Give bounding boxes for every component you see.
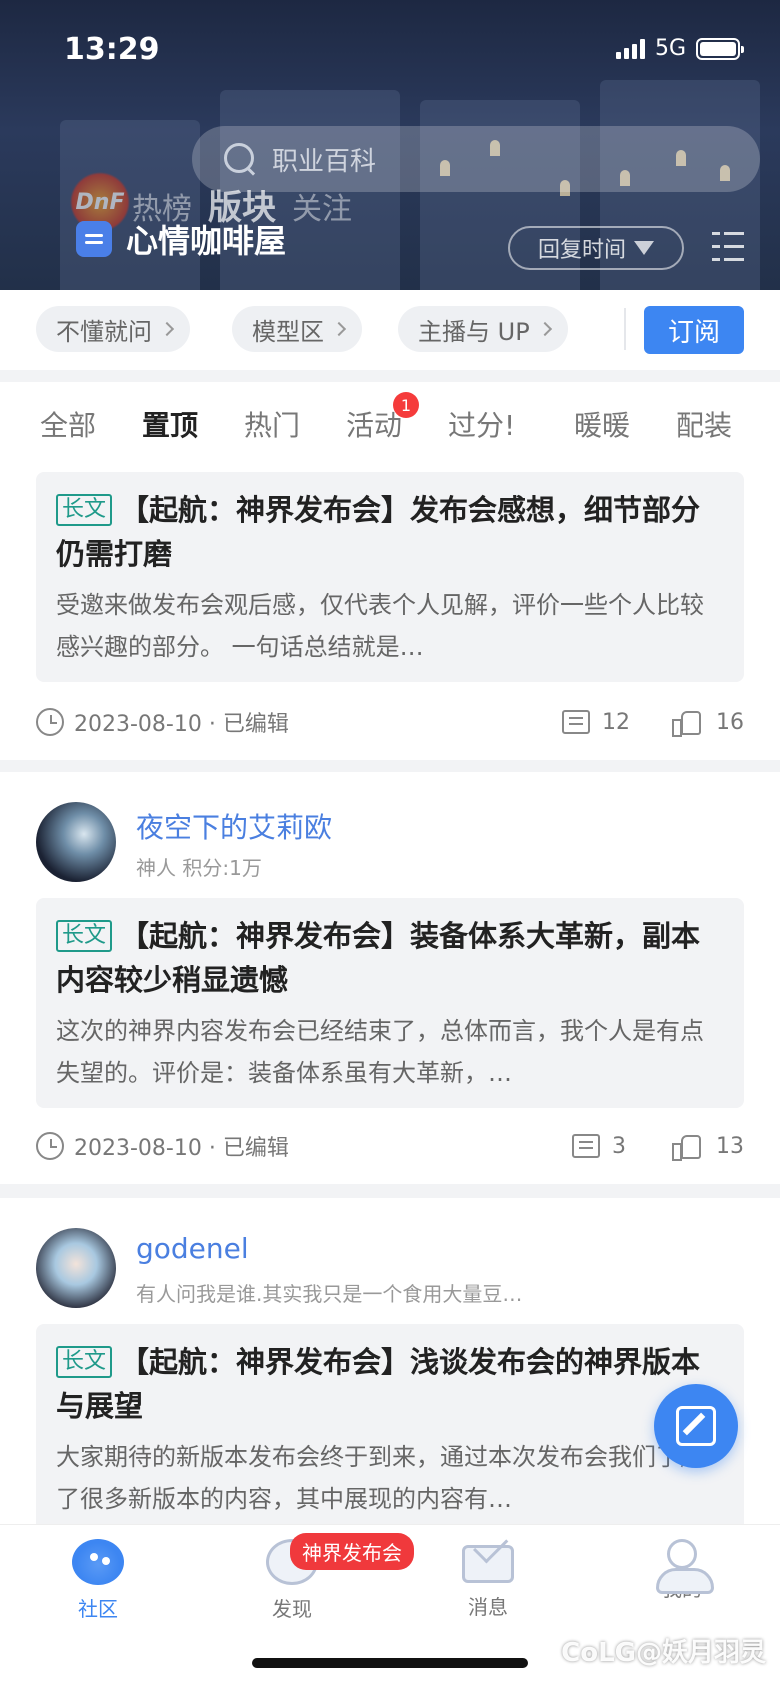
edit-icon: [676, 1406, 716, 1446]
author-level: 神人 积分:1万: [136, 856, 262, 880]
comment-icon[interactable]: [572, 1134, 600, 1158]
event-badge: 神界发布会: [290, 1533, 414, 1570]
subforum-row: 不懂就问 模型区 主播与 UP 订阅: [0, 290, 780, 370]
chevron-right-icon: [331, 321, 347, 337]
nav-community[interactable]: 社区: [38, 1539, 158, 1622]
post-title-text: 【起航：神界发布会】装备体系大革新，副本内容较少稍显遗憾: [56, 919, 701, 997]
nav-label: 发现: [272, 1597, 312, 1621]
tab-pinned[interactable]: 置顶: [142, 404, 198, 444]
tab-popular[interactable]: 热门: [244, 404, 300, 444]
list-view-icon[interactable]: [712, 232, 744, 262]
nav-label: 社区: [78, 1597, 118, 1621]
like-count: 16: [716, 709, 744, 735]
tab-all[interactable]: 全部: [40, 404, 96, 444]
post-excerpt: 大家期待的新版本发布会终于到来，通过本次发布会我们了解了很多新版本的内容，其中展…: [56, 1443, 704, 1513]
divider: [624, 308, 626, 350]
post-content[interactable]: 长文 【起航：神界发布会】发布会感想，细节部分仍需打磨 受邀来做发布会观后感，仅代…: [36, 472, 744, 682]
clock-icon: [36, 708, 64, 736]
sort-button[interactable]: 回复时间: [508, 226, 684, 270]
mail-icon: [462, 1545, 514, 1583]
notification-badge: 1: [393, 392, 419, 418]
category-tabs: 全部 置顶 热门 活动 1 过分! 暖暖 配装: [0, 382, 780, 464]
subforum-chip[interactable]: 主播与 UP: [398, 306, 568, 352]
tab-nuannuan[interactable]: 暖暖: [574, 404, 630, 444]
post-title-text: 【起航：神界发布会】发布会感想，细节部分仍需打磨: [56, 493, 701, 571]
post-date: 2023-08-10 · 已编辑: [74, 1136, 289, 1161]
post-excerpt: 这次的神界内容发布会已经结束了，总体而言，我个人是有点失望的。评价是：装备体系虽…: [56, 1017, 704, 1087]
post-title: 长文 【起航：神界发布会】浅谈发布会的神界版本与展望: [56, 1340, 724, 1428]
tab-excessive[interactable]: 过分!: [448, 404, 515, 444]
subscribe-button[interactable]: 订阅: [644, 306, 744, 354]
post-meta: 2023-08-10 · 已编辑 12 16: [36, 702, 744, 742]
search-placeholder: 职业百科: [272, 146, 377, 177]
comment-count: 12: [602, 709, 630, 735]
forum-switcher[interactable]: 心情咖啡屋: [76, 216, 286, 262]
subforum-chip[interactable]: 不懂就问: [36, 306, 190, 352]
network-type: 5G: [654, 36, 686, 61]
status-time: 13:29: [64, 32, 160, 67]
nav-label: 消息: [468, 1595, 508, 1619]
author-name[interactable]: 夜空下的艾莉欧: [136, 806, 332, 846]
post-meta: 2023-08-10 · 已编辑 3 13: [36, 1126, 744, 1166]
app-screen: 13:29 5G 职业百科 DnF 热榜 版块 关注 心情咖啡屋 回复时间 不懂…: [0, 0, 780, 1688]
tab-following[interactable]: 关注: [292, 184, 352, 228]
like-icon[interactable]: [672, 1133, 701, 1161]
sort-label: 回复时间: [537, 238, 626, 263]
long-article-tag: 长文: [56, 1346, 113, 1378]
post-content[interactable]: 长文 【起航：神界发布会】浅谈发布会的神界版本与展望 大家期待的新版本发布会终于到…: [36, 1324, 744, 1524]
post-title: 长文 【起航：神界发布会】发布会感想，细节部分仍需打磨: [56, 488, 724, 576]
post-title: 长文 【起航：神界发布会】装备体系大革新，副本内容较少稍显遗憾: [56, 914, 724, 1002]
user-icon: [656, 1539, 714, 1594]
post-excerpt: 受邀来做发布会观后感，仅代表个人见解，评价一些个人比较感兴趣的部分。 一句话总结…: [56, 591, 704, 661]
nav-me[interactable]: 我的: [622, 1539, 742, 1602]
home-indicator[interactable]: [252, 1658, 528, 1668]
switch-forum-icon: [76, 221, 112, 257]
avatar[interactable]: [36, 802, 116, 882]
clock-icon: [36, 1132, 64, 1160]
long-article-tag: 长文: [56, 494, 113, 526]
comment-icon[interactable]: [562, 710, 590, 734]
chip-label: 模型区: [252, 317, 324, 346]
chevron-right-icon: [537, 321, 552, 337]
search-icon: [222, 141, 258, 177]
forum-name: 心情咖啡屋: [126, 222, 287, 260]
post-card[interactable]: 长文 【起航：神界发布会】发布会感想，细节部分仍需打磨 受邀来做发布会观后感，仅代…: [0, 464, 780, 760]
post-content[interactable]: 长文 【起航：神界发布会】装备体系大革新，副本内容较少稍显遗憾 这次的神界内容发布…: [36, 898, 744, 1108]
chip-label: 不懂就问: [56, 317, 152, 346]
filter-icon: [634, 241, 654, 255]
subforum-chip[interactable]: 模型区: [232, 306, 362, 352]
post-title-text: 【起航：神界发布会】浅谈发布会的神界版本与展望: [56, 1345, 701, 1423]
comment-count: 3: [612, 1133, 626, 1159]
status-indicators: 5G: [615, 36, 744, 61]
status-bar: 13:29 5G: [0, 30, 780, 70]
signal-icon: [615, 38, 645, 59]
nav-messages[interactable]: 消息: [428, 1539, 548, 1620]
post-card[interactable]: godenel 有人问我是谁.其实我只是一个食用大量豆… 长文 【起航：神界发布会…: [0, 1198, 780, 1524]
post-card[interactable]: 夜空下的艾莉欧 神人 积分:1万 长文 【起航：神界发布会】装备体系大革新，副本内…: [0, 772, 780, 1184]
chevron-right-icon: [159, 321, 175, 337]
watermark: CoLG@妖月羽灵: [561, 1638, 766, 1668]
like-icon[interactable]: [672, 709, 701, 737]
battery-icon: [696, 37, 744, 60]
author-name[interactable]: godenel: [136, 1232, 249, 1265]
like-count: 13: [716, 1133, 744, 1159]
compose-button[interactable]: [654, 1384, 738, 1468]
forum-header: 13:29 5G 职业百科 DnF 热榜 版块 关注 心情咖啡屋 回复时间: [0, 0, 780, 290]
tab-builds[interactable]: 配装: [676, 404, 732, 444]
chip-label: 主播与 UP: [418, 317, 530, 346]
long-article-tag: 长文: [56, 920, 113, 952]
author-signature: 有人问我是谁.其实我只是一个食用大量豆…: [136, 1282, 523, 1306]
community-icon: [72, 1539, 124, 1585]
post-date: 2023-08-10 · 已编辑: [74, 712, 289, 737]
avatar[interactable]: [36, 1228, 116, 1308]
